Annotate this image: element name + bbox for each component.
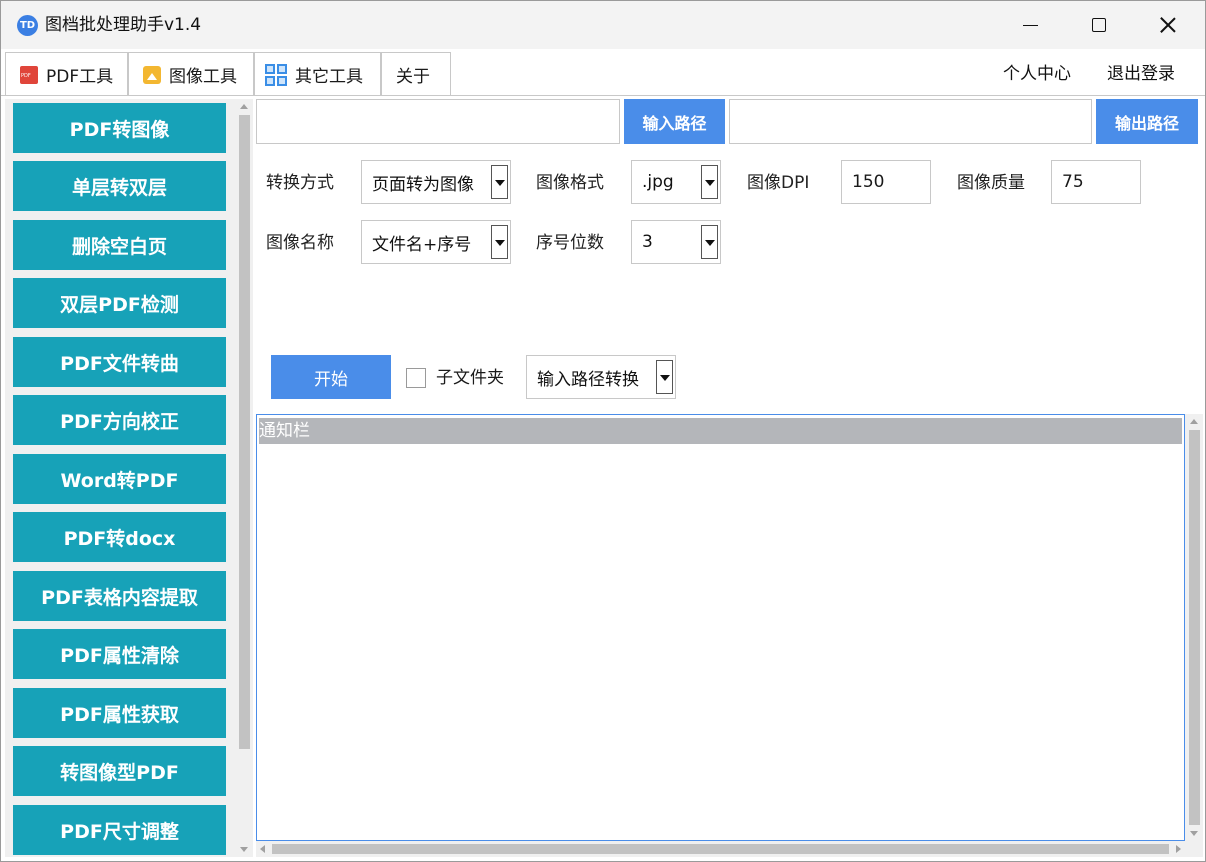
- pdf-icon: [20, 65, 38, 84]
- select-value: .jpg: [642, 172, 674, 192]
- sidebar: PDF转图像 单层转双层 删除空白页 双层PDF检测 PDF文件转曲 PDF方向…: [5, 99, 253, 857]
- scroll-left-icon[interactable]: [260, 845, 265, 853]
- sidebar-item-clear-props[interactable]: PDF属性清除: [13, 629, 226, 679]
- maximize-icon: [1092, 18, 1106, 32]
- image-quality-label: 图像质量: [957, 173, 1025, 193]
- close-button[interactable]: [1133, 1, 1203, 49]
- chevron-down-icon[interactable]: [701, 225, 718, 259]
- logout-link[interactable]: 退出登录: [1107, 63, 1175, 85]
- output-path-button[interactable]: 输出路径: [1096, 99, 1198, 144]
- subfolder-label[interactable]: 子文件夹: [436, 367, 504, 389]
- grid-icon: [265, 63, 287, 86]
- tab-about[interactable]: 关于: [381, 52, 451, 96]
- image-dpi-input[interactable]: 150: [841, 160, 931, 204]
- maximize-button[interactable]: [1064, 1, 1134, 49]
- chevron-down-icon[interactable]: [656, 360, 673, 394]
- image-quality-input[interactable]: 75: [1051, 160, 1141, 204]
- scroll-thumb[interactable]: [1189, 430, 1200, 825]
- convert-mode-label: 转换方式: [266, 173, 334, 193]
- input-path-button[interactable]: 输入路径: [624, 99, 725, 144]
- sidebar-item-pdf-to-docx[interactable]: PDF转docx: [13, 512, 226, 562]
- seq-digits-select[interactable]: 3: [631, 220, 721, 264]
- tab-pdf-tools[interactable]: PDF工具: [5, 52, 128, 96]
- image-icon: [143, 65, 161, 84]
- notice-horizontal-scrollbar[interactable]: [256, 841, 1185, 857]
- app-window: TD 图档批处理助手v1.4 PDF工具 图像工具 其它工具 关于 个人中心 退…: [0, 0, 1206, 862]
- image-name-label: 图像名称: [266, 233, 334, 253]
- chevron-down-icon[interactable]: [491, 165, 508, 199]
- notice-header: 通知栏: [259, 418, 1182, 444]
- select-value: 输入路径转换: [537, 369, 639, 390]
- image-name-select[interactable]: 文件名+序号: [361, 220, 511, 264]
- seq-digits-label: 序号位数: [536, 233, 604, 253]
- tab-label: 图像工具: [169, 67, 237, 87]
- input-path-field[interactable]: [256, 99, 620, 144]
- sidebar-item-image-pdf[interactable]: 转图像型PDF: [13, 746, 226, 796]
- select-value: 文件名+序号: [372, 234, 472, 255]
- image-format-label: 图像格式: [536, 173, 604, 193]
- notice-vertical-scrollbar[interactable]: [1185, 414, 1203, 841]
- sidebar-scrollbar[interactable]: [235, 99, 253, 857]
- sidebar-item-single-to-double[interactable]: 单层转双层: [13, 161, 226, 211]
- sidebar-item-get-props[interactable]: PDF属性获取: [13, 688, 226, 738]
- sidebar-item-double-layer-check[interactable]: 双层PDF检测: [13, 278, 226, 328]
- output-path-field[interactable]: [729, 99, 1092, 144]
- minimize-icon: [1022, 24, 1038, 26]
- image-dpi-label: 图像DPI: [747, 173, 810, 193]
- tab-image-tools[interactable]: 图像工具: [128, 52, 254, 96]
- start-button[interactable]: 开始: [271, 355, 391, 399]
- sidebar-item-orientation[interactable]: PDF方向校正: [13, 395, 226, 445]
- title-bar: TD 图档批处理助手v1.4: [1, 1, 1205, 49]
- scroll-down-icon[interactable]: [240, 847, 248, 852]
- select-value: 3: [642, 232, 653, 252]
- sidebar-item-delete-blank[interactable]: 删除空白页: [13, 220, 226, 270]
- scroll-right-icon[interactable]: [1176, 845, 1181, 853]
- minimize-button[interactable]: [995, 1, 1065, 49]
- app-logo-icon: TD: [17, 15, 38, 36]
- tab-label: PDF工具: [46, 67, 114, 87]
- sidebar-item-resize[interactable]: PDF尺寸调整: [13, 805, 226, 855]
- scroll-thumb[interactable]: [239, 115, 250, 749]
- path-mode-select[interactable]: 输入路径转换: [526, 355, 676, 399]
- close-icon: [1160, 17, 1176, 33]
- scroll-thumb[interactable]: [272, 844, 1169, 854]
- tab-label: 其它工具: [295, 67, 363, 87]
- user-center-link[interactable]: 个人中心: [1003, 63, 1071, 85]
- tab-label: 关于: [396, 67, 430, 87]
- chevron-down-icon[interactable]: [701, 165, 718, 199]
- window-title: 图档批处理助手v1.4: [45, 15, 202, 35]
- chevron-down-icon[interactable]: [491, 225, 508, 259]
- select-value: 页面转为图像: [372, 174, 474, 195]
- scrollbar-corner: [1185, 841, 1203, 857]
- tab-divider: [1, 95, 1205, 96]
- convert-mode-select[interactable]: 页面转为图像: [361, 160, 511, 204]
- sidebar-item-pdf-outline[interactable]: PDF文件转曲: [13, 337, 226, 387]
- subfolder-checkbox[interactable]: [406, 368, 426, 388]
- scroll-up-icon[interactable]: [240, 104, 248, 109]
- scroll-up-icon[interactable]: [1190, 419, 1198, 424]
- notice-panel[interactable]: 通知栏: [256, 414, 1185, 841]
- image-format-select[interactable]: .jpg: [631, 160, 721, 204]
- sidebar-item-pdf-to-image[interactable]: PDF转图像: [13, 103, 226, 153]
- tab-other-tools[interactable]: 其它工具: [254, 52, 381, 96]
- sidebar-item-word-to-pdf[interactable]: Word转PDF: [13, 454, 226, 504]
- sidebar-item-table-extract[interactable]: PDF表格内容提取: [13, 571, 226, 621]
- scroll-down-icon[interactable]: [1190, 831, 1198, 836]
